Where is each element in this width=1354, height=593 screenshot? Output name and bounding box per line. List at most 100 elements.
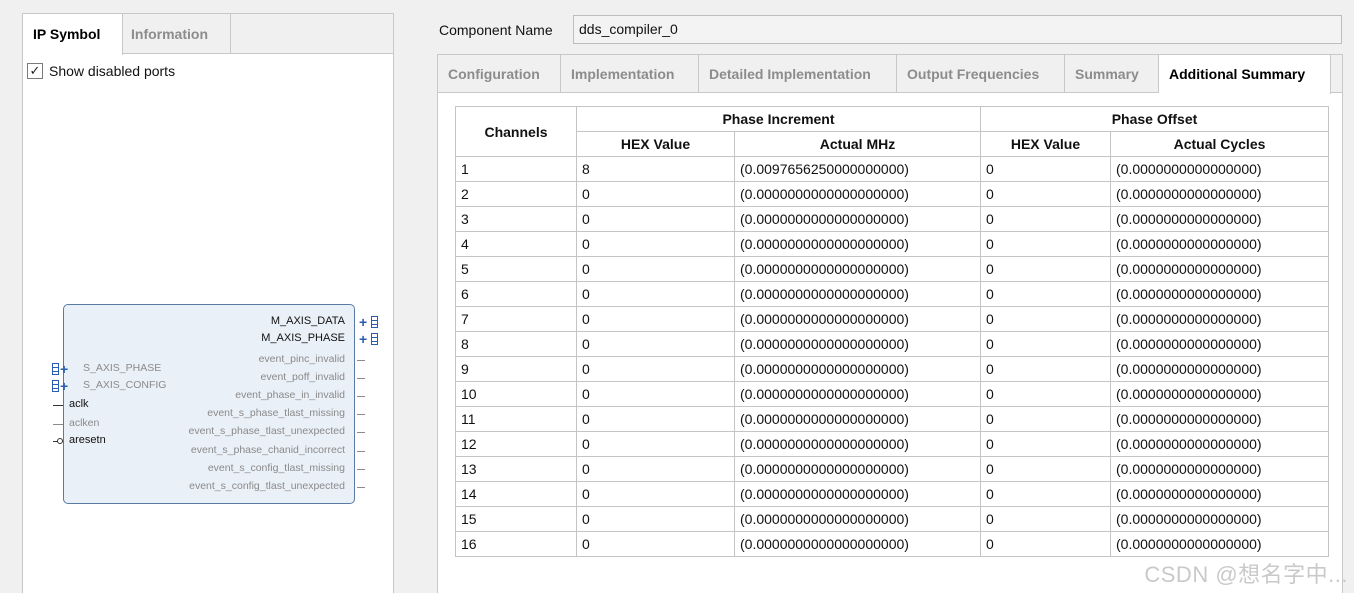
port-label-s-axis-phase: S_AXIS_PHASE [83,362,162,374]
show-disabled-label: Show disabled ports [49,63,176,79]
port-pin-line [357,414,365,415]
expand-plus-icon[interactable]: + [60,379,68,393]
tab-ip-symbol[interactable]: IP Symbol [23,14,123,55]
cell-actual-cycles: (0.0000000000000000) [1110,356,1329,382]
cell-pinc-hex: 0 [576,306,735,332]
component-name-label: Component Name [439,22,553,38]
port-label-s-axis-config: S_AXIS_CONFIG [83,379,167,391]
cell-pinc-hex: 0 [576,181,735,207]
cell-pinc-hex: 0 [576,531,735,557]
cell-channel: 2 [455,181,577,207]
component-name-field[interactable]: dds_compiler_0 [573,15,1342,44]
col-header-pinc-hex: HEX Value [576,131,735,157]
expand-plus-icon[interactable]: + [60,362,68,376]
cell-actual-cycles: (0.0000000000000000) [1110,256,1329,282]
group-header-phase-increment: Phase Increment [576,106,981,132]
table-row: 4 0 (0.0000000000000000000) 0 (0.00000000000… [455,231,1329,257]
cell-channel: 10 [455,381,577,407]
cell-actual-cycles: (0.0000000000000000) [1110,231,1329,257]
cell-actual-mhz: (0.0000000000000000000) [734,181,981,207]
cell-poff-hex: 0 [980,181,1111,207]
show-disabled-ports-toggle[interactable]: ✓ Show disabled ports [27,61,175,81]
cell-actual-mhz: (0.0000000000000000000) [734,231,981,257]
port-pin-line [53,424,63,425]
col-header-actual-mhz: Actual MHz [734,131,981,157]
cell-channel: 9 [455,356,577,382]
cell-actual-mhz: (0.0000000000000000000) [734,406,981,432]
cell-actual-cycles: (0.0000000000000000) [1110,506,1329,532]
cell-poff-hex: 0 [980,431,1111,457]
cell-channel: 5 [455,256,577,282]
cell-channel: 7 [455,306,577,332]
table-row: 11 0 (0.0000000000000000000) 0 (0.0000000000… [455,406,1329,432]
cell-actual-mhz: (0.0000000000000000000) [734,356,981,382]
cell-poff-hex: 0 [980,356,1111,382]
table-row: 2 0 (0.0000000000000000000) 0 (0.00000000000… [455,181,1329,207]
cell-poff-hex: 0 [980,206,1111,232]
cell-actual-cycles: (0.0000000000000000) [1110,431,1329,457]
bus-interface-icon [371,316,378,328]
cell-actual-cycles: (0.0000000000000000) [1110,406,1329,432]
cell-pinc-hex: 0 [576,231,735,257]
port-label-aresetn: aresetn [69,434,106,446]
tab-implementation[interactable]: Implementation [561,55,699,93]
port-label-event-phase-in-invalid: event_phase_in_invalid [235,389,345,401]
cell-actual-mhz: (0.0000000000000000000) [734,431,981,457]
table-row: 1 8 (0.0097656250000000000) 0 (0.00000000000… [455,156,1329,182]
col-header-actual-cycles: Actual Cycles [1110,131,1329,157]
cell-poff-hex: 0 [980,456,1111,482]
cell-channel: 8 [455,331,577,357]
cell-actual-mhz: (0.0000000000000000000) [734,206,981,232]
tab-information[interactable]: Information [123,14,231,54]
active-low-bubble-icon [57,438,63,444]
cell-poff-hex: 0 [980,256,1111,282]
cell-poff-hex: 0 [980,381,1111,407]
port-label-event-s-phase-tlast-unexpected: event_s_phase_tlast_unexpected [188,425,345,437]
table-row: 7 0 (0.0000000000000000000) 0 (0.00000000000… [455,306,1329,332]
tab-configuration[interactable]: Configuration [438,55,561,93]
port-pin-line [53,405,63,406]
cell-actual-cycles: (0.0000000000000000) [1110,306,1329,332]
left-tab-bar: IP Symbol Information [23,14,393,55]
port-label-m-axis-data: M_AXIS_DATA [270,315,345,327]
cell-pinc-hex: 0 [576,481,735,507]
cell-poff-hex: 0 [980,506,1111,532]
cell-actual-cycles: (0.0000000000000000) [1110,206,1329,232]
cell-pinc-hex: 0 [576,256,735,282]
cell-poff-hex: 0 [980,231,1111,257]
tab-additional-summary[interactable]: Additional Summary [1159,55,1331,94]
cell-channel: 12 [455,431,577,457]
cell-poff-hex: 0 [980,331,1111,357]
cell-channel: 14 [455,481,577,507]
port-label-event-s-phase-chanid-incorrect: event_s_phase_chanid_incorrect [190,444,345,456]
tab-summary[interactable]: Summary [1065,55,1159,93]
port-label-event-s-config-tlast-unexpected: event_s_config_tlast_unexpected [189,480,345,492]
cell-actual-cycles: (0.0000000000000000) [1110,531,1329,557]
ip-symbol-panel: IP Symbol Information ✓ Show disabled po… [22,13,394,593]
cell-actual-cycles: (0.0000000000000000) [1110,331,1329,357]
cell-poff-hex: 0 [980,306,1111,332]
expand-plus-icon[interactable]: + [359,315,367,329]
watermark: CSDN @想名字中... [1144,562,1348,587]
checkbox-checked-icon[interactable]: ✓ [27,63,43,79]
cell-poff-hex: 0 [980,156,1111,182]
cell-actual-mhz: (0.0000000000000000000) [734,381,981,407]
cell-channel: 6 [455,281,577,307]
port-pin-line [357,432,365,433]
tab-output-frequencies[interactable]: Output Frequencies [897,55,1065,93]
group-header-phase-offset: Phase Offset [980,106,1329,132]
cell-channel: 15 [455,506,577,532]
cell-channel: 16 [455,531,577,557]
tab-detailed-implementation[interactable]: Detailed Implementation [699,55,897,93]
table-row: 8 0 (0.0000000000000000000) 0 (0.00000000000… [455,331,1329,357]
cell-actual-cycles: (0.0000000000000000) [1110,181,1329,207]
cell-actual-mhz: (0.0000000000000000000) [734,281,981,307]
cell-pinc-hex: 0 [576,431,735,457]
table-row: 10 0 (0.0000000000000000000) 0 (0.0000000000… [455,381,1329,407]
table-row: 5 0 (0.0000000000000000000) 0 (0.00000000000… [455,256,1329,282]
port-label-event-s-phase-tlast-missing: event_s_phase_tlast_missing [207,407,345,419]
cell-pinc-hex: 0 [576,381,735,407]
expand-plus-icon[interactable]: + [359,332,367,346]
col-header-channels: Channels [455,106,577,157]
port-label-aclk: aclk [69,398,89,410]
